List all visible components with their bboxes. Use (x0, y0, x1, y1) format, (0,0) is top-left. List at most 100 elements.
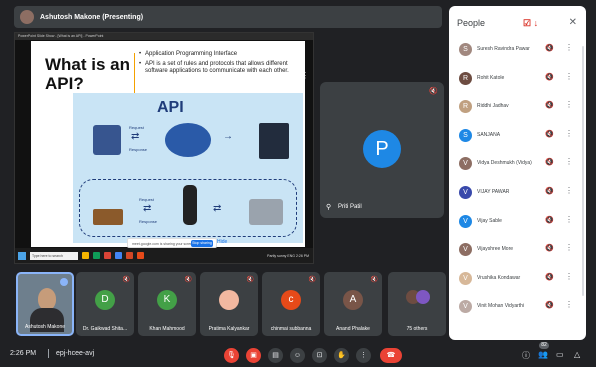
participant-tile-main[interactable]: 🔇 P ⚲ Priti Patil (320, 82, 444, 218)
person-name: Vinit Mohan Vidyarthi (477, 303, 525, 310)
avatar: V (459, 214, 472, 228)
info-icon[interactable]: ⓘ (522, 350, 530, 361)
chat-icon[interactable]: ▭ (556, 350, 564, 359)
person-name: SANJANA (477, 131, 501, 138)
shared-screen-tile[interactable]: PowerPoint Slide Show - [What is an API]… (14, 32, 314, 264)
presentation-slide: What is an API? Application Programming … (31, 41, 305, 247)
person-row[interactable]: V Vrushika Kondawar 🔇 ⋮ (449, 265, 586, 294)
presenter-banner: Ashutosh Makone (Presenting) (14, 6, 442, 28)
microphone-toggle-button[interactable]: 🎙 (224, 348, 239, 363)
more-options-icon[interactable]: ⋮ (565, 300, 573, 309)
avatar: S (459, 43, 472, 56)
scrollbar[interactable] (582, 46, 584, 296)
app-icon (93, 252, 100, 259)
avatar: D (95, 290, 115, 310)
mic-off-icon: 🔇 (545, 216, 554, 224)
activities-icon[interactable]: △ (574, 350, 580, 359)
avatar: K (157, 290, 177, 310)
mic-off-icon: 🔇 (545, 187, 554, 195)
more-options-icon[interactable]: ⋮ (565, 186, 573, 195)
person-row[interactable]: V Vinit Mohan Vidyarthi 🔇 ⋮ (449, 293, 586, 322)
person-row[interactable]: V Vijayshree More 🔇 ⋮ (449, 236, 586, 265)
people-icon[interactable]: 👥 (538, 350, 548, 359)
chrome-icon (115, 252, 122, 259)
stop-sharing-button[interactable]: Stop sharing (191, 240, 213, 247)
person-row[interactable]: V Vidya Deshmukh (Vidya) 🔇 ⋮ (449, 150, 586, 179)
participant-name: Pratima Kalyankar (208, 326, 250, 332)
response-label: Response (129, 147, 148, 152)
more-options-icon[interactable]: ⋮ (565, 43, 573, 52)
more-participants-tile[interactable]: 75 others (388, 272, 446, 336)
participant-name: Ashutosh Makone (24, 324, 66, 330)
more-options-icon[interactable]: ⋮ (565, 243, 573, 252)
participant-tile[interactable]: 🔇 Pratima Kalyankar (200, 272, 258, 336)
more-options-icon[interactable]: ⋮ (301, 71, 309, 80)
participant-tile[interactable]: 🔇 A Anand Phalake (324, 272, 382, 336)
camera-toggle-button[interactable]: ▣ (246, 348, 261, 363)
self-video-tile[interactable]: Ashutosh Makone (16, 272, 74, 336)
participant-name: Dr. Gaikwad Shita... (82, 326, 128, 332)
person-name: Riddhi Jadhav (477, 103, 509, 110)
participant-tile[interactable]: 🔇 K Khan Mahmood (138, 272, 196, 336)
more-options-icon[interactable]: ⋮ (565, 100, 573, 109)
person-row[interactable]: R Rohit Katole 🔇 ⋮ (449, 65, 586, 94)
person-row[interactable]: S Suresh Ravindra Pawar 🔇 ⋮ (449, 36, 586, 65)
annotation-mark: ☑ ↓ (523, 18, 539, 28)
mic-off-icon: 🔇 (545, 45, 554, 52)
divider (48, 349, 49, 358)
slide-bullet: API is a set of rules and protocols that… (139, 61, 299, 76)
more-options-icon[interactable]: ⋮ (565, 272, 573, 281)
pin-icon[interactable]: ⚲ (326, 203, 331, 211)
mic-off-icon: 🔇 (370, 277, 378, 283)
app-icon (137, 252, 144, 259)
person-row[interactable]: V VIJAY PAWAR 🔇 ⋮ (449, 179, 586, 208)
end-call-button[interactable]: ☎ (380, 348, 402, 363)
person-row[interactable]: R Riddhi Jadhav 🔇 ⋮ (449, 93, 586, 122)
person-name: Vijayshree More (477, 246, 514, 253)
taskbar-tray: Partly sunny ENG 2:26 PM (267, 253, 309, 258)
windows-start-icon (18, 251, 26, 260)
participant-tile[interactable]: 🔇 D Dr. Gaikwad Shita... (76, 272, 134, 336)
avatar: S (459, 128, 472, 142)
avatar: P (363, 130, 401, 168)
mic-off-icon: 🔇 (545, 73, 554, 81)
avatar: c (281, 290, 301, 310)
powerpoint-icon (126, 252, 133, 259)
more-options-icon[interactable]: ⋮ (565, 157, 573, 166)
person-name: Suresh Ravindra Pawar (477, 46, 530, 52)
people-panel: People ☑ ↓ ✕ S Suresh Ravindra Pawar 🔇 ⋮ R Ro… (449, 6, 586, 340)
presenter-label: Ashutosh Makone (Presenting) (40, 13, 144, 21)
present-button[interactable]: ⊡ (312, 348, 327, 363)
more-options-icon[interactable]: ⋮ (565, 129, 573, 138)
more-options-icon[interactable]: ⋮ (565, 215, 573, 224)
more-options-button[interactable]: ⋮ (356, 348, 371, 363)
participant-name: Khan Mahmood (149, 326, 185, 332)
api-cloud-illustration (165, 123, 211, 157)
captions-button[interactable]: ▤ (268, 348, 283, 363)
current-time: 2:26 PM (10, 350, 37, 357)
person-row[interactable]: S SANJANA 🔇 ⋮ (449, 122, 586, 151)
slide-bullets: Application Programming Interface API is… (139, 51, 299, 78)
more-options-icon[interactable]: ⋮ (565, 72, 573, 81)
participant-tile[interactable]: 🔇 c chinmai subbanna (262, 272, 320, 336)
mic-off-icon: 🔇 (308, 277, 316, 283)
arrow-icon: ⇄ (143, 203, 152, 214)
participant-name: 75 others (406, 326, 428, 332)
diner-table-illustration (93, 209, 123, 225)
windows-taskbar: Type here to search Partly sunny ENG 2:2… (15, 248, 313, 263)
avatar: A (343, 290, 363, 310)
arrow-icon: ⇄ (131, 131, 140, 142)
person-name: Vrushika Kondawar (477, 274, 521, 281)
close-icon[interactable]: ✕ (569, 17, 577, 28)
person-row[interactable]: V Vijay Sable 🔇 ⋮ (449, 208, 586, 237)
avatar (219, 290, 239, 310)
people-panel-title: People (457, 18, 486, 28)
slide-bullet: Application Programming Interface (139, 51, 299, 59)
participant-name: chinmai subbanna (270, 326, 312, 332)
api-diagram-title: API (157, 99, 184, 116)
meeting-code: epj-hcee-avj (56, 350, 95, 357)
emoji-button[interactable]: ☺ (290, 348, 305, 363)
hide-sharing-link[interactable]: Hide (217, 239, 227, 245)
mic-off-icon: 🔇 (429, 88, 438, 95)
raise-hand-button[interactable]: ✋ (334, 348, 349, 363)
